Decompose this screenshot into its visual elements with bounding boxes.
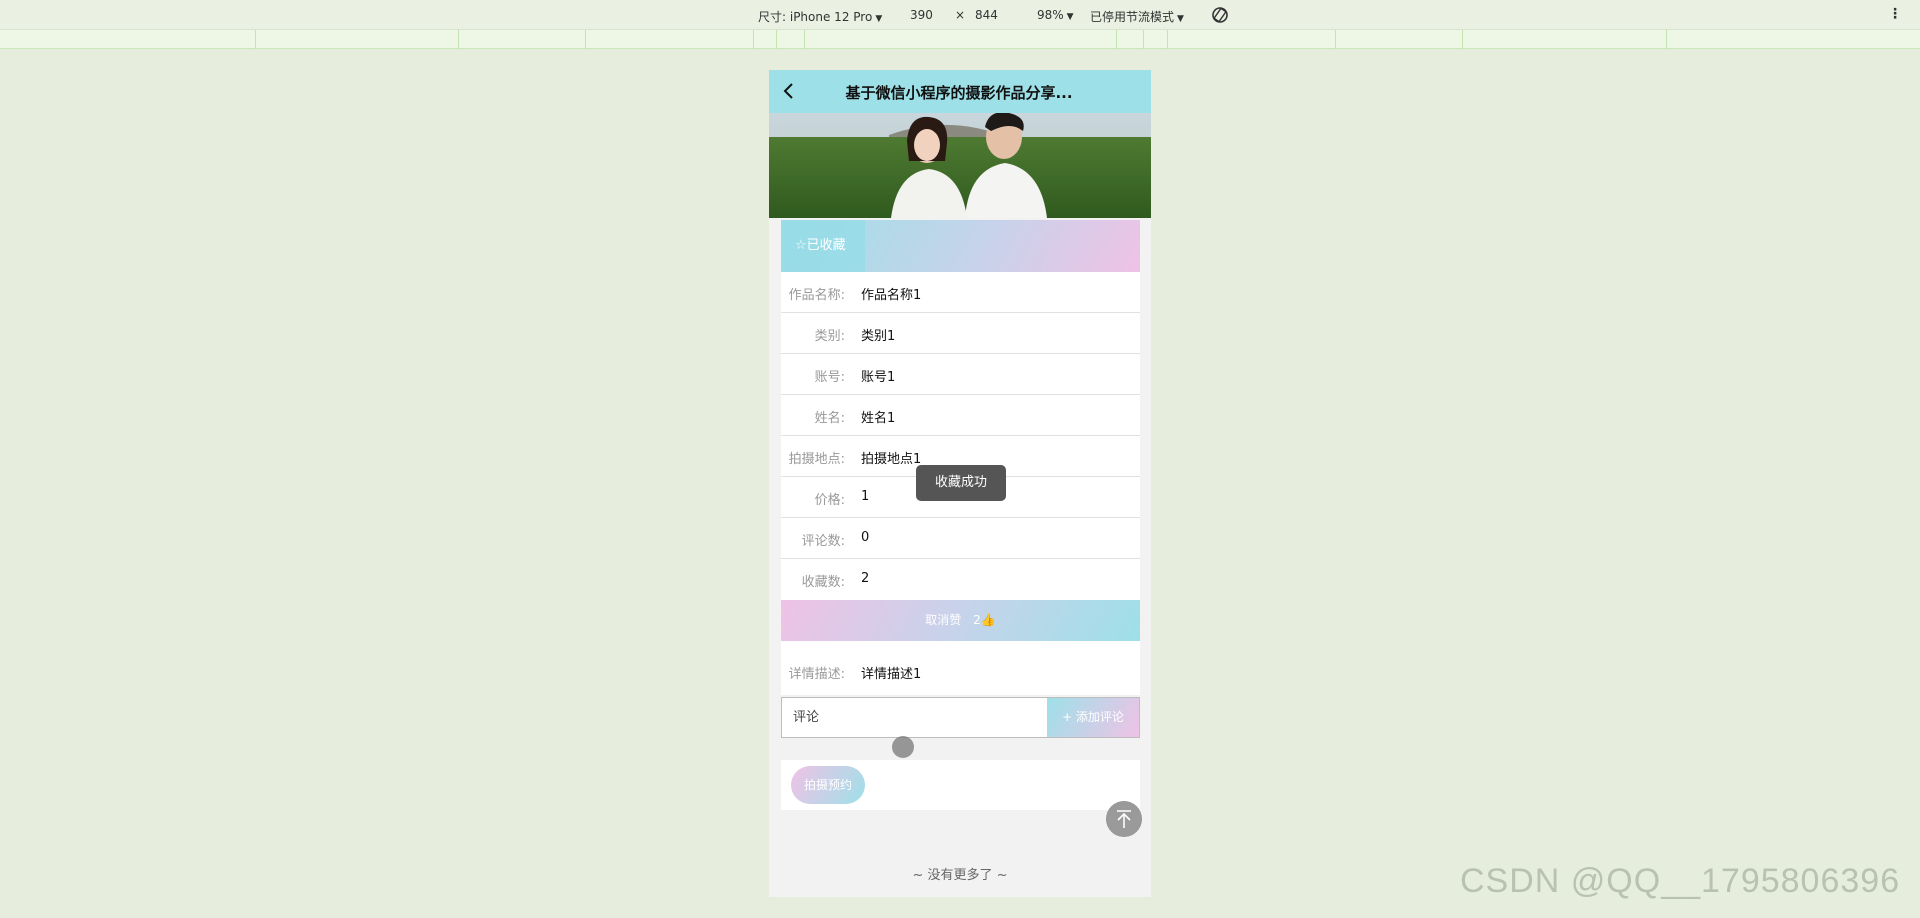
detail-card: ☆已收藏 作品名称: 作品名称1 类别: 类别1 账号: 账号1 姓名: 姓名1… (781, 220, 1140, 695)
back-arrow-icon[interactable] (779, 81, 799, 101)
detail-label: 账号: (814, 370, 845, 385)
ruler-segment[interactable] (1167, 30, 1168, 49)
description-value: 详情描述1 (861, 667, 922, 682)
ruler-segment[interactable] (1666, 30, 1667, 49)
description-row: 详情描述: 详情描述1 (781, 641, 1140, 695)
booking-button[interactable]: 拍摄预约 (791, 766, 865, 804)
device-selector[interactable]: 尺寸: iPhone 12 Pro ▼ (758, 8, 882, 25)
navbar: 基于微信小程序的摄影作品分享... (769, 70, 1151, 113)
ruler-segment[interactable] (1143, 30, 1144, 49)
zoom-selector[interactable]: 98% ▼ (1037, 8, 1074, 22)
height-field[interactable]: 844 (975, 8, 998, 22)
detail-row-favorite-count: 收藏数: 2 (781, 559, 1140, 600)
detail-value: 0 (861, 530, 870, 545)
media-query-ruler (0, 30, 1920, 49)
watermark: CSDN @QQ__1795806396 (1460, 862, 1901, 900)
detail-row-account: 账号: 账号1 (781, 354, 1140, 395)
detail-value: 账号1 (861, 370, 896, 385)
detail-value: 1 (861, 489, 870, 504)
ruler-segment[interactable] (585, 30, 586, 49)
detail-row-category: 类别: 类别1 (781, 313, 1140, 354)
detail-row-comment-count: 评论数: 0 (781, 518, 1140, 559)
comment-input[interactable] (782, 698, 1048, 737)
ruler-segment[interactable] (1116, 30, 1117, 49)
no-more-text: ~ 没有更多了 ~ (912, 868, 1008, 883)
caret-down-icon: ▼ (1177, 14, 1184, 24)
unlike-button[interactable]: 取消赞 2👍 (781, 600, 1140, 641)
detail-value: 作品名称1 (861, 288, 922, 303)
detail-label: 作品名称: (788, 288, 845, 303)
ruler-segment[interactable] (804, 30, 805, 49)
detail-value: 类别1 (861, 329, 896, 344)
back-to-top-icon[interactable] (1106, 801, 1142, 837)
device-label: 尺寸: iPhone 12 Pro (758, 10, 873, 24)
touch-cursor-indicator (892, 736, 914, 758)
width-field[interactable]: 390 (910, 8, 933, 22)
detail-label: 价格: (814, 493, 845, 508)
detail-label: 拍摄地点: (788, 452, 845, 467)
dimension-separator: × (955, 8, 966, 22)
comment-bar: + 添加评论 (781, 697, 1140, 738)
page-title: 基于微信小程序的摄影作品分享... (845, 84, 1073, 102)
add-comment-button[interactable]: + 添加评论 (1047, 698, 1139, 737)
ruler-segment[interactable] (458, 30, 459, 49)
caret-down-icon: ▼ (1066, 12, 1074, 22)
throttle-selector[interactable]: 已停用节流模式 ▼ (1090, 8, 1184, 25)
favorite-bar: ☆已收藏 (781, 220, 1140, 272)
work-photo (769, 113, 1151, 218)
favorite-button[interactable]: ☆已收藏 (781, 220, 865, 272)
ruler-segment[interactable] (255, 30, 256, 49)
booking-section: 拍摄预约 (781, 760, 1140, 810)
detail-label: 评论数: (801, 534, 845, 549)
detail-label: 姓名: (814, 411, 845, 426)
caret-down-icon: ▼ (875, 14, 883, 24)
ruler-segment[interactable] (753, 30, 754, 49)
detail-label: 收藏数: (801, 575, 845, 590)
throttle-label: 已停用节流模式 (1090, 10, 1175, 24)
detail-value: 姓名1 (861, 411, 896, 426)
detail-row-work-name: 作品名称: 作品名称1 (781, 272, 1140, 313)
zoom-label: 98% (1037, 8, 1064, 22)
ruler-segment[interactable] (1462, 30, 1463, 49)
ruler-segment[interactable] (1335, 30, 1336, 49)
more-options-icon[interactable]: ⋮ (1888, 6, 1902, 22)
devtools-toolbar: 尺寸: iPhone 12 Pro ▼ 390 × 844 98% ▼ 已停用节流模… (0, 0, 1920, 30)
toast-message: 收藏成功 (916, 465, 1006, 501)
ruler-segment[interactable] (776, 30, 777, 49)
unlike-label: 取消赞 (925, 613, 962, 627)
rotate-icon[interactable] (1210, 5, 1230, 25)
detail-label: 类别: (814, 329, 845, 344)
detail-value: 拍摄地点1 (861, 452, 922, 467)
detail-row-name: 姓名: 姓名1 (781, 395, 1140, 436)
detail-value: 2 (861, 571, 870, 586)
like-count: 2👍 (973, 613, 996, 627)
description-label: 详情描述: (788, 667, 845, 682)
